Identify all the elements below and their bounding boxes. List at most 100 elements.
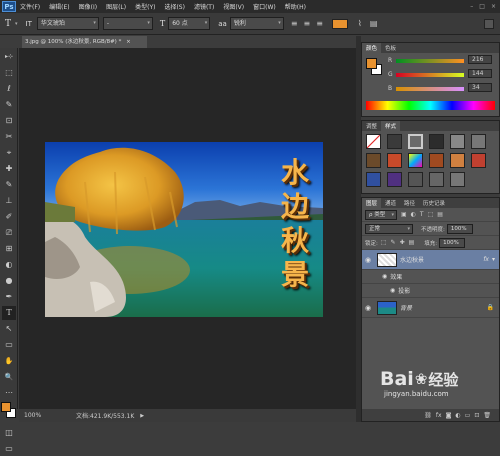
channel-b-slider[interactable] <box>396 87 464 91</box>
fill-field[interactable]: 100% <box>439 237 466 248</box>
eye-icon[interactable]: ◉ <box>362 256 374 264</box>
close-window-icon[interactable]: × <box>491 3 496 10</box>
healing-tool-icon[interactable]: ⌖ <box>2 146 16 160</box>
crop-tool-icon[interactable]: ⊡ <box>2 114 16 128</box>
add-style-icon[interactable]: fx <box>436 412 442 419</box>
tab-adjustments[interactable]: 调整 <box>362 121 381 131</box>
style-swatch[interactable] <box>407 153 423 168</box>
eye-icon[interactable]: ◉ <box>362 304 374 312</box>
add-mask-icon[interactable]: ◙ <box>446 412 452 419</box>
autumn-title-text[interactable]: 水 边 秋 景 <box>275 156 315 292</box>
minimize-icon[interactable]: – <box>470 3 473 10</box>
layer-name[interactable]: 背景 <box>400 303 487 312</box>
delete-layer-icon[interactable]: 🗑 <box>483 412 491 419</box>
tab-history[interactable]: 历史记录 <box>419 198 449 208</box>
align-center-icon[interactable]: ≡ <box>304 19 311 28</box>
new-layer-icon[interactable]: ⊡ <box>474 412 479 419</box>
font-family-select[interactable]: 华文琥珀 ▾ <box>36 17 99 30</box>
layer-row-text[interactable]: ◉ 水边秋景 fx ▾ <box>362 250 499 270</box>
brush-tool-icon[interactable]: ✚ <box>2 162 16 176</box>
fx-icon[interactable]: fx <box>483 256 489 263</box>
style-swatch[interactable] <box>449 153 465 168</box>
font-size-select[interactable]: 60 点 ▾ <box>168 17 211 30</box>
filter-type-icon[interactable]: T <box>420 211 424 218</box>
style-swatch[interactable] <box>449 172 465 187</box>
workspace-icon[interactable] <box>484 18 494 29</box>
style-swatch[interactable] <box>449 134 465 149</box>
eye-icon[interactable]: ◉ <box>390 287 395 294</box>
extra-tools-icon[interactable]: ⋯ <box>2 386 16 400</box>
style-swatch[interactable] <box>366 134 381 149</box>
close-tab-icon[interactable]: × <box>126 39 131 45</box>
marquee-tool-icon[interactable]: ⬚ <box>2 66 16 80</box>
layer-effect-shadow-row[interactable]: ◉ 投影 <box>362 284 499 298</box>
menu-edit[interactable]: 编辑(E) <box>49 2 69 11</box>
shape-tool-icon[interactable]: ▭ <box>2 338 16 352</box>
character-panel-icon[interactable]: ▤ <box>370 19 378 28</box>
style-swatch[interactable] <box>428 134 444 149</box>
zoom-tool-icon[interactable]: 🔍 <box>2 370 16 384</box>
menu-type[interactable]: 类型(Y) <box>135 2 155 11</box>
blend-mode-select[interactable]: 正常 ▾ <box>365 223 413 234</box>
style-swatch[interactable] <box>428 153 444 168</box>
menu-window[interactable]: 窗口(W) <box>253 2 276 11</box>
align-right-icon[interactable]: ≡ <box>316 19 323 28</box>
lock-pixels-icon[interactable]: ✎ <box>391 239 396 246</box>
lock-transparent-icon[interactable]: ⬚ <box>381 239 387 246</box>
style-swatch[interactable] <box>386 172 402 187</box>
style-swatch[interactable] <box>470 134 486 149</box>
tab-color[interactable]: 颜色 <box>362 43 382 53</box>
blur-tool-icon[interactable]: ⊞ <box>2 242 16 256</box>
tab-layers[interactable]: 图层 <box>362 198 382 208</box>
opacity-field[interactable]: 100% <box>446 223 473 234</box>
eraser-tool-icon[interactable]: ✐ <box>2 210 16 224</box>
filter-adjust-icon[interactable]: ◐ <box>411 211 416 218</box>
menu-layer[interactable]: 图层(L) <box>106 2 126 11</box>
style-swatch[interactable] <box>386 153 402 168</box>
style-swatch[interactable] <box>407 172 423 187</box>
menu-file[interactable]: 文件(F) <box>20 2 40 11</box>
tab-styles[interactable]: 样式 <box>381 121 401 131</box>
tab-channels[interactable]: 通道 <box>381 198 400 208</box>
lock-position-icon[interactable]: ✚ <box>400 239 405 246</box>
tab-swatches[interactable]: 色板 <box>381 43 400 53</box>
warp-text-icon[interactable]: ⌇ <box>358 19 362 28</box>
antialias-select[interactable]: 锐利 ▾ <box>229 17 284 30</box>
lasso-tool-icon[interactable]: ℓ <box>2 82 16 96</box>
tab-paths[interactable]: 路径 <box>400 198 419 208</box>
new-group-icon[interactable]: ▭ <box>465 412 471 419</box>
document-tab[interactable]: 3.jpg @ 100% (水边秋景, RGB/8#) * × <box>22 36 147 48</box>
eye-icon[interactable]: ◉ <box>382 273 387 280</box>
dodge-tool-icon[interactable]: ◐ <box>2 258 16 272</box>
channel-r-slider[interactable] <box>396 59 464 63</box>
foreground-color-swatch[interactable] <box>1 402 11 412</box>
channel-g-value[interactable]: 144 <box>468 69 492 78</box>
style-swatch[interactable] <box>366 172 381 187</box>
type-tool-icon[interactable]: T <box>2 306 16 320</box>
history-brush-tool-icon[interactable]: ⊥ <box>2 194 16 208</box>
type-tool-icon[interactable]: T <box>5 19 11 29</box>
filter-smart-icon[interactable]: ▤ <box>437 211 443 218</box>
quick-select-tool-icon[interactable]: ✎ <box>2 98 16 112</box>
style-swatch[interactable] <box>470 153 486 168</box>
text-color-swatch[interactable] <box>331 18 348 29</box>
filter-pixel-icon[interactable]: ▣ <box>401 211 407 218</box>
menu-view[interactable]: 视图(V) <box>223 2 244 11</box>
restore-icon[interactable]: □ <box>479 3 485 10</box>
move-tool-icon[interactable]: ▸⊹ <box>2 50 16 64</box>
path-select-tool-icon[interactable]: ↖ <box>2 322 16 336</box>
layer-row-background[interactable]: ◉ 背景 🔒 <box>362 298 499 318</box>
lock-all-icon[interactable]: ▤ <box>409 239 415 246</box>
status-menu-arrow[interactable]: ▶ <box>140 413 144 419</box>
channel-b-value[interactable]: 34 <box>468 83 492 92</box>
quick-mask-icon[interactable]: ◫ <box>2 426 16 440</box>
align-left-icon[interactable]: ≡ <box>291 19 298 28</box>
font-style-select[interactable]: - ▾ <box>102 17 153 30</box>
clone-stamp-tool-icon[interactable]: ✎ <box>2 178 16 192</box>
burn-tool-icon[interactable]: ● <box>2 274 16 288</box>
screen-mode-icon[interactable]: ▭ <box>2 442 16 456</box>
style-swatch[interactable] <box>366 153 381 168</box>
eyedropper-tool-icon[interactable]: ✂ <box>2 130 16 144</box>
gradient-tool-icon[interactable]: ⎚ <box>2 226 16 240</box>
hand-tool-icon[interactable]: ✋ <box>2 354 16 368</box>
